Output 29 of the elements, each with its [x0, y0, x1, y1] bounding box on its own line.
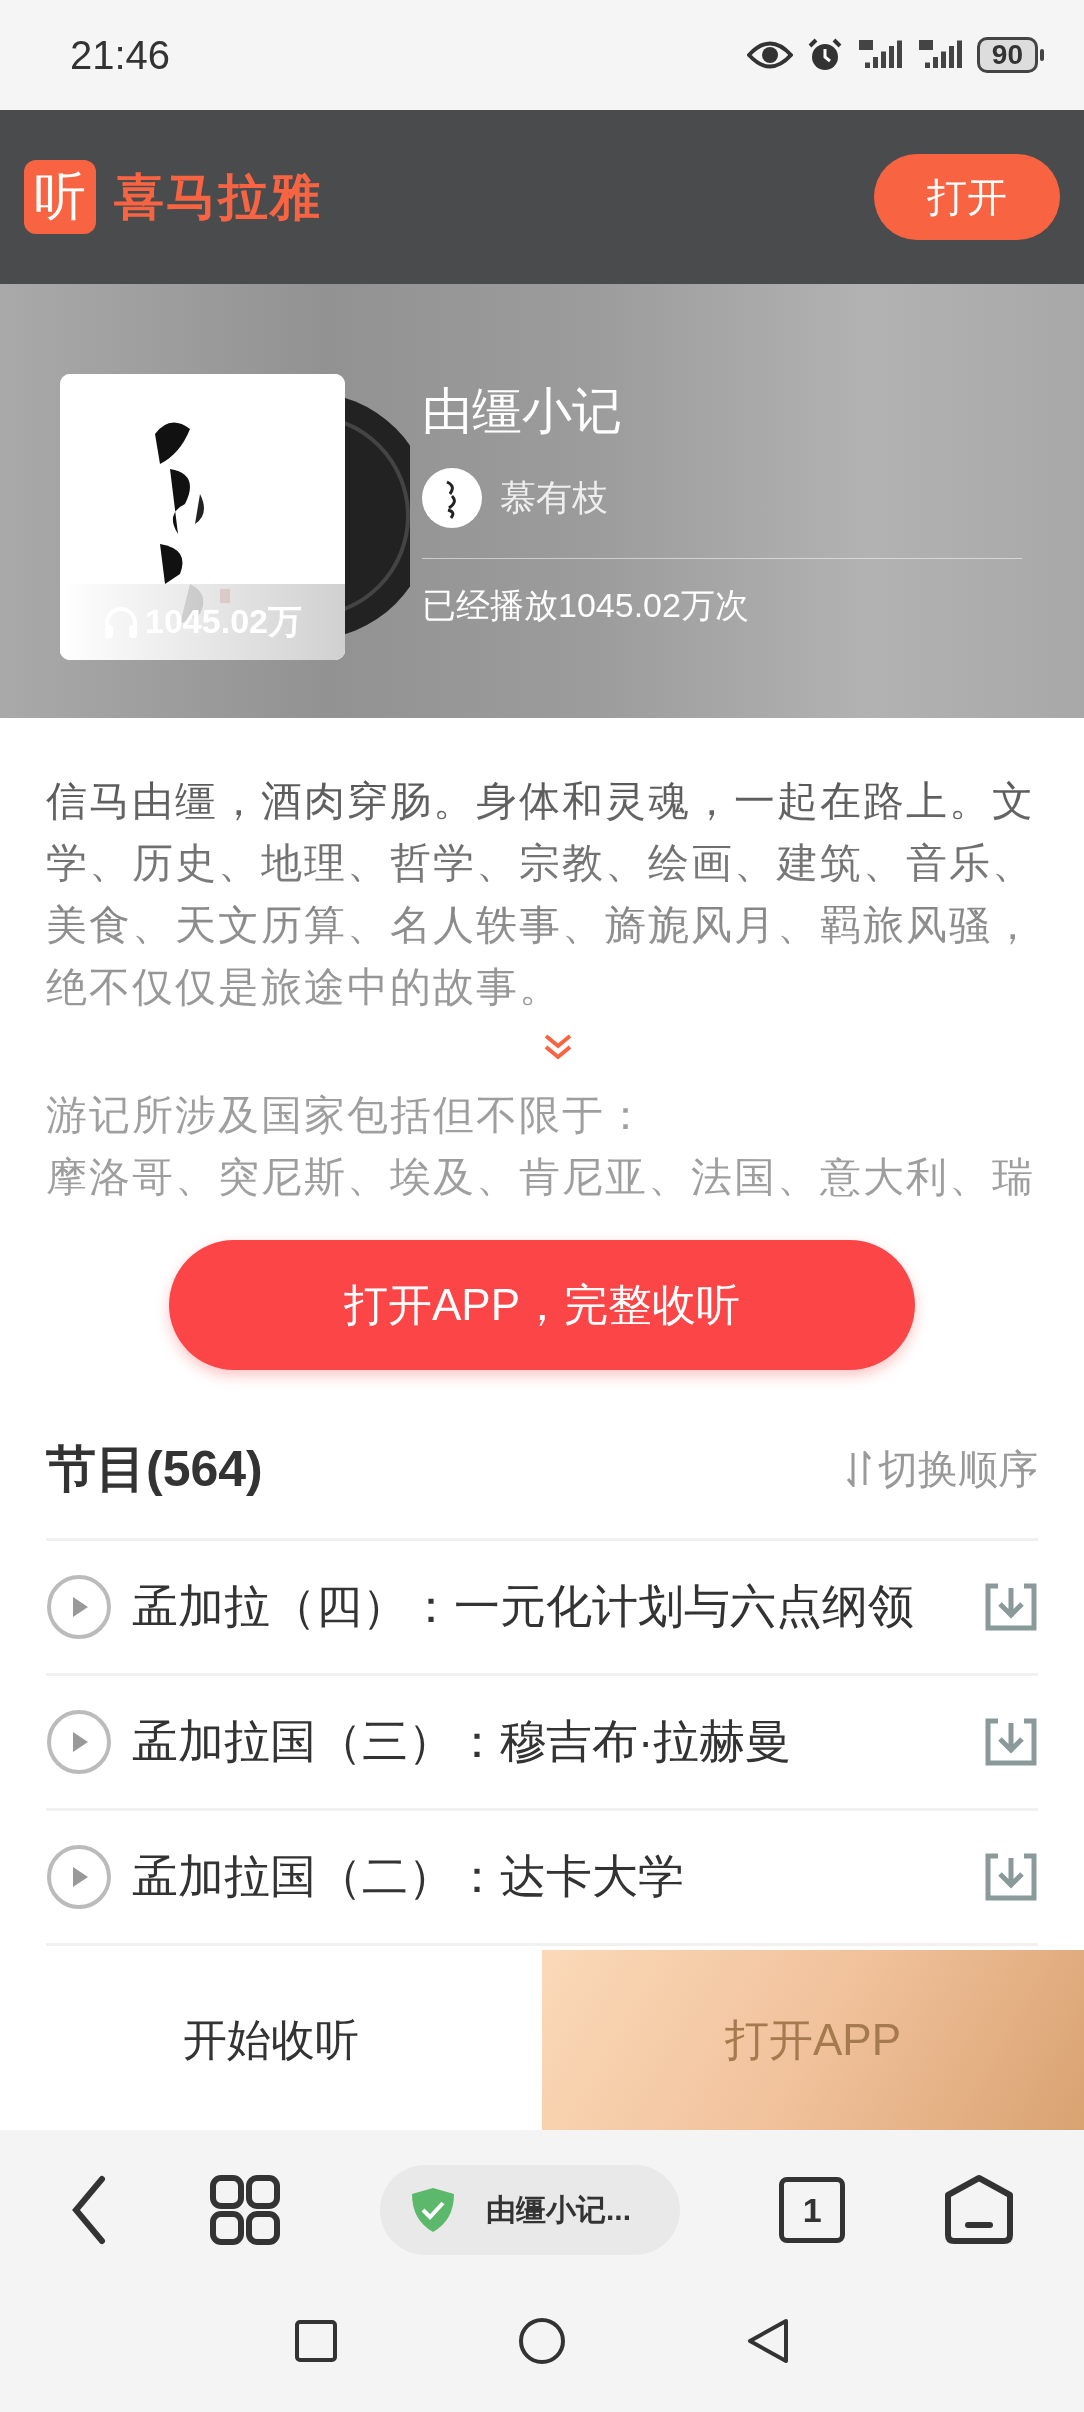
- album-title: 由缰小记: [422, 382, 623, 441]
- tab-count-button[interactable]: 1: [779, 2177, 846, 2243]
- recents-icon[interactable]: [294, 2319, 338, 2363]
- play-count: 已经播放1045.02万次: [422, 585, 750, 626]
- address-bar-tab[interactable]: 由缰小记...: [379, 2165, 680, 2255]
- eye-icon: [746, 40, 793, 70]
- expand-chevron-icon[interactable]: [542, 1032, 574, 1062]
- episode-title[interactable]: 孟加拉（四）：一元化计划与六点纲领: [132, 1576, 984, 1638]
- play-icon[interactable]: [46, 1709, 112, 1775]
- logo-icon: 听: [24, 160, 96, 234]
- play-icon[interactable]: [46, 1574, 112, 1640]
- status-time: 21:46: [70, 32, 171, 78]
- shield-check-icon: [409, 2186, 456, 2234]
- home-circle-icon[interactable]: [518, 2317, 566, 2365]
- logo-text: 喜马拉雅: [114, 167, 322, 227]
- grid-icon[interactable]: [208, 2174, 281, 2246]
- author-avatar[interactable]: [422, 468, 482, 528]
- download-icon[interactable]: [984, 1582, 1038, 1632]
- home-icon[interactable]: [944, 2175, 1015, 2245]
- episodes-heading: 节目(564): [46, 1439, 263, 1499]
- battery-level: 90: [976, 37, 1038, 73]
- episode-title[interactable]: 孟加拉国（三）：穆吉布·拉赫曼: [132, 1711, 984, 1773]
- episode-title[interactable]: 孟加拉国（二）：达卡大学: [132, 1846, 984, 1908]
- download-icon[interactable]: [984, 1852, 1038, 1902]
- download-icon[interactable]: [984, 1717, 1038, 1767]
- sort-icon: [846, 1451, 872, 1487]
- back-triangle-icon[interactable]: [746, 2317, 790, 2365]
- alarm-icon: [806, 37, 843, 73]
- play-icon[interactable]: [46, 1844, 112, 1910]
